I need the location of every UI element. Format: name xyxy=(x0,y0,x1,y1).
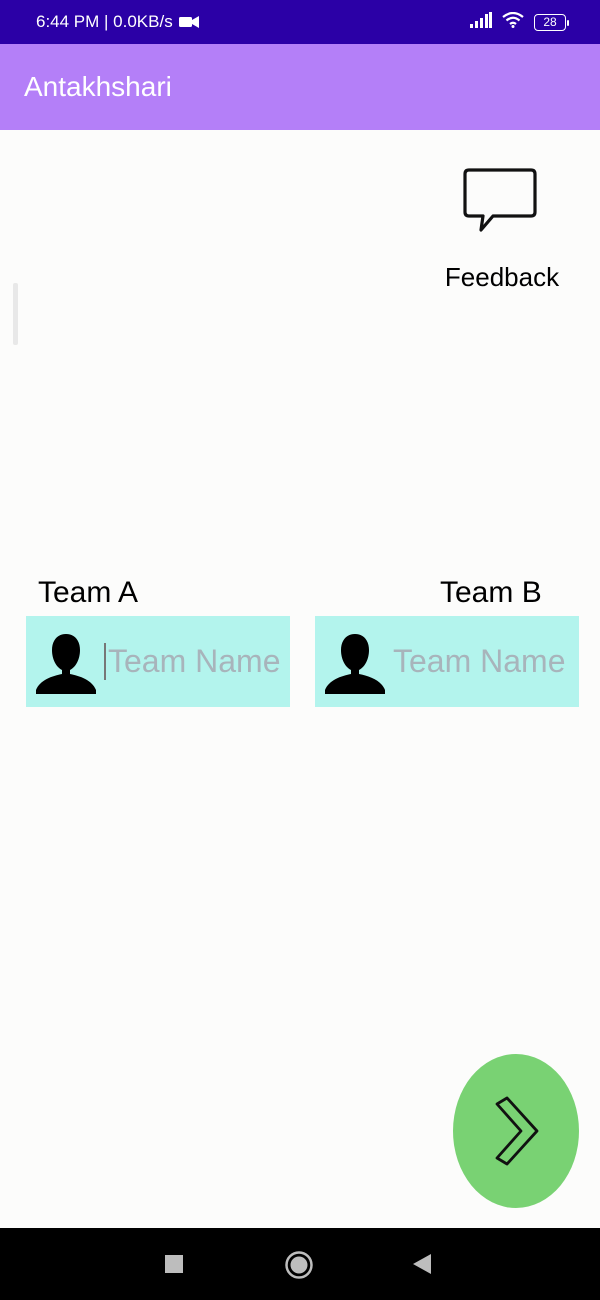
team-a-field[interactable] xyxy=(26,616,290,707)
status-time: 6:44 PM | 0.0KB/s xyxy=(36,12,173,31)
team-b-field[interactable] xyxy=(315,616,579,707)
recents-square-icon[interactable] xyxy=(162,1252,186,1276)
app-title: Antakhshari xyxy=(24,71,172,102)
status-right: 28 xyxy=(470,11,569,33)
status-bar: 6:44 PM | 0.0KB/s 28 xyxy=(0,0,600,44)
battery-level: 28 xyxy=(543,15,557,29)
team-b-name-input[interactable] xyxy=(393,643,579,680)
wifi-icon xyxy=(502,11,524,33)
home-circle-icon[interactable] xyxy=(284,1250,314,1280)
chevron-right-icon xyxy=(495,1096,539,1166)
navigation-bar xyxy=(0,1228,600,1300)
video-camera-icon xyxy=(178,15,199,29)
back-triangle-icon[interactable] xyxy=(410,1252,434,1276)
next-button[interactable] xyxy=(453,1054,579,1208)
team-a-name-input[interactable] xyxy=(104,643,290,680)
person-icon xyxy=(36,633,96,694)
signal-icon xyxy=(470,11,492,33)
scroll-indicator xyxy=(13,283,18,345)
person-icon xyxy=(325,633,385,694)
app-bar: Antakhshari xyxy=(0,44,600,130)
team-a-label: Team A xyxy=(38,576,139,609)
battery-icon: 28 xyxy=(534,13,569,31)
team-b-label: Team B xyxy=(440,576,542,609)
status-left: 6:44 PM | 0.0KB/s xyxy=(36,12,199,32)
feedback-button[interactable]: Feedback xyxy=(440,166,564,302)
feedback-label: Feedback xyxy=(444,262,560,292)
speech-bubble-icon xyxy=(463,168,537,232)
